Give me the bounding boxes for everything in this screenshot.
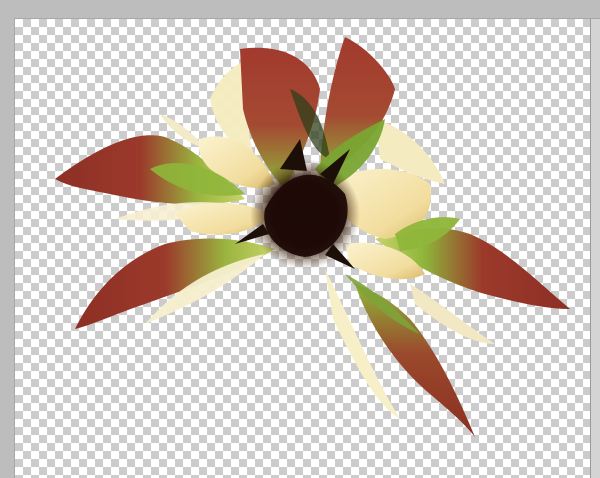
top-ruler	[0, 0, 600, 19]
left-ruler	[0, 18, 15, 478]
vertical-scrollbar[interactable]	[590, 19, 600, 478]
flower-artwork	[55, 37, 570, 437]
document-canvas[interactable]	[15, 19, 590, 478]
image-editor-window	[0, 0, 600, 478]
